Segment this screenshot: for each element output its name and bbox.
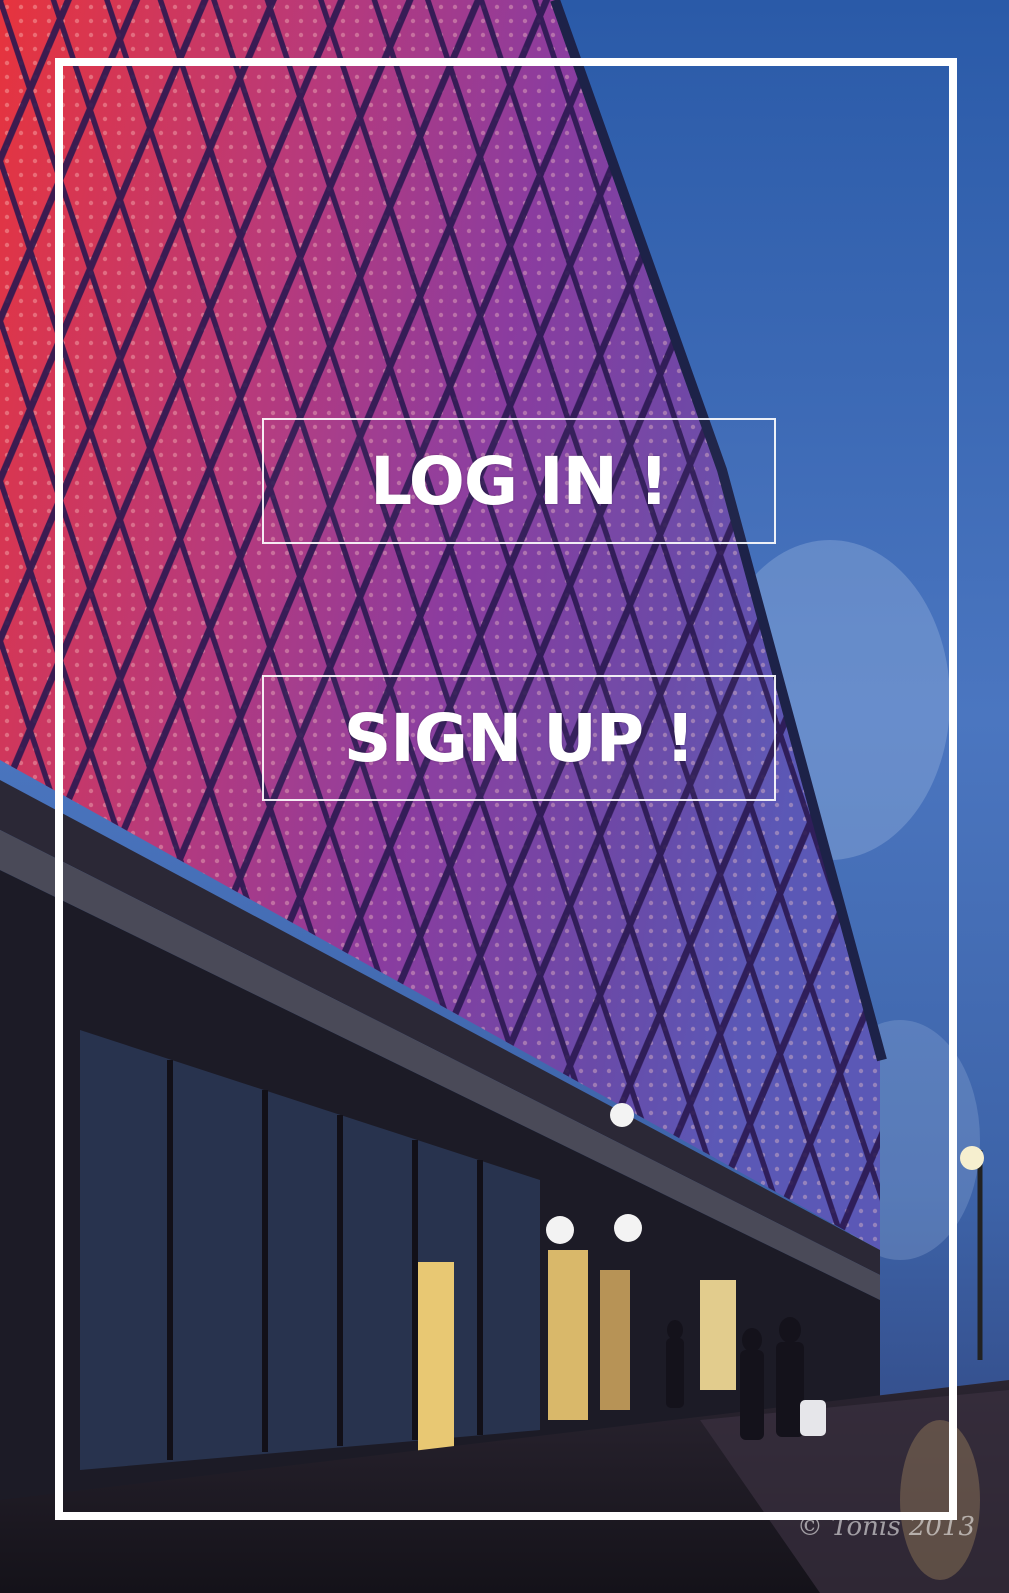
photo-watermark: © Tonis 2013 [796, 1512, 975, 1542]
login-button[interactable]: LOG IN ! [262, 418, 776, 544]
auth-screen: LOG IN ! SIGN UP ! © Tonis 2013 [0, 0, 1009, 1593]
signup-button[interactable]: SIGN UP ! [262, 675, 776, 801]
